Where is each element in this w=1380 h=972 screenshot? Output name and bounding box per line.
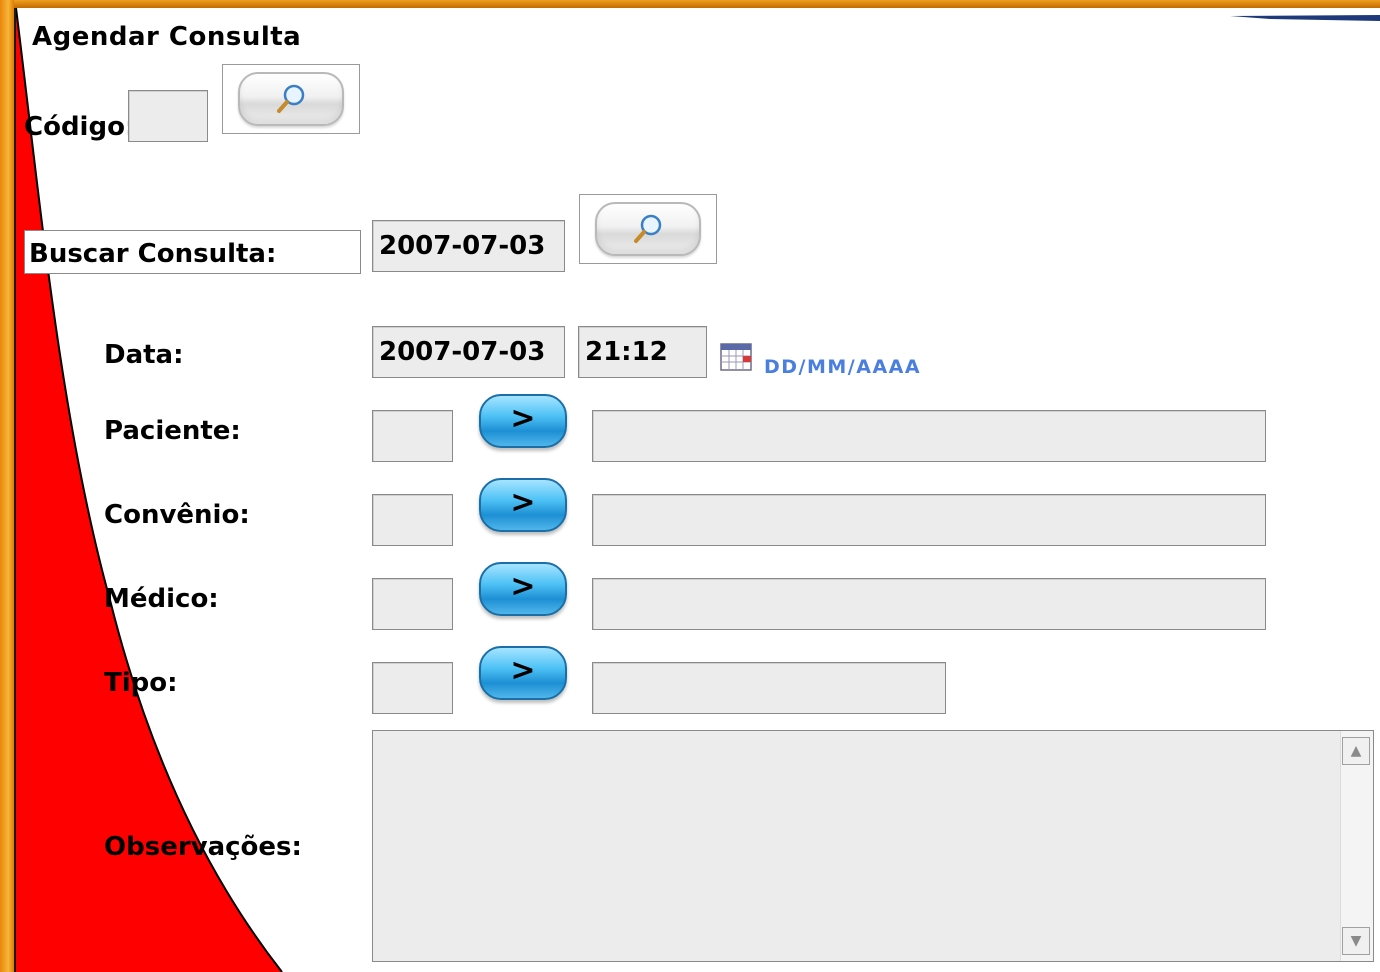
hora-input[interactable] bbox=[578, 326, 707, 378]
codigo-search-button[interactable] bbox=[222, 64, 360, 134]
tipo-name-input[interactable] bbox=[592, 662, 946, 714]
medico-code-input[interactable] bbox=[372, 578, 453, 630]
convenio-label: Convênio: bbox=[104, 500, 250, 530]
buscar-date-input[interactable] bbox=[372, 220, 565, 272]
buscar-label-box: Buscar Consulta: bbox=[24, 230, 361, 274]
window-left-border bbox=[0, 0, 14, 972]
magnifier-icon bbox=[634, 214, 662, 243]
form-title: Agendar Consulta bbox=[32, 22, 302, 52]
top-right-accent-line bbox=[1230, 15, 1380, 21]
data-input[interactable] bbox=[372, 326, 565, 378]
convenio-code-input[interactable] bbox=[372, 494, 453, 546]
codigo-search-pill bbox=[238, 72, 344, 126]
buscar-search-button[interactable] bbox=[579, 194, 717, 264]
tipo-code-input[interactable] bbox=[372, 662, 453, 714]
paciente-label: Paciente: bbox=[104, 416, 241, 446]
observacoes-label: Observações: bbox=[104, 832, 302, 862]
data-label: Data: bbox=[104, 340, 184, 370]
paciente-go-button[interactable]: > bbox=[479, 394, 567, 448]
calendar-icon[interactable] bbox=[720, 342, 752, 372]
observacoes-scrollbar[interactable]: ▲ ▼ bbox=[1340, 731, 1373, 961]
medico-label: Médico: bbox=[104, 584, 219, 614]
convenio-go-button[interactable]: > bbox=[479, 478, 567, 532]
tipo-label: Tipo: bbox=[104, 668, 178, 698]
buscar-label: Buscar Consulta: bbox=[29, 239, 277, 269]
paciente-code-input[interactable] bbox=[372, 410, 453, 462]
medico-name-input[interactable] bbox=[592, 578, 1266, 630]
magnifier-icon bbox=[277, 84, 305, 113]
buscar-search-pill bbox=[595, 202, 701, 256]
observacoes-textarea[interactable]: ▲ ▼ bbox=[372, 730, 1374, 962]
codigo-input[interactable] bbox=[128, 90, 208, 142]
window-left-edge-line bbox=[14, 8, 16, 972]
scroll-down-arrow-icon[interactable]: ▼ bbox=[1342, 927, 1370, 955]
medico-go-button[interactable]: > bbox=[479, 562, 567, 616]
date-format-hint: DD/MM/AAAA bbox=[764, 356, 922, 378]
paciente-name-input[interactable] bbox=[592, 410, 1266, 462]
scroll-up-arrow-icon[interactable]: ▲ bbox=[1342, 737, 1370, 765]
convenio-name-input[interactable] bbox=[592, 494, 1266, 546]
tipo-go-button[interactable]: > bbox=[479, 646, 567, 700]
window-top-border bbox=[0, 0, 1380, 8]
codigo-label: Código: bbox=[24, 112, 136, 142]
